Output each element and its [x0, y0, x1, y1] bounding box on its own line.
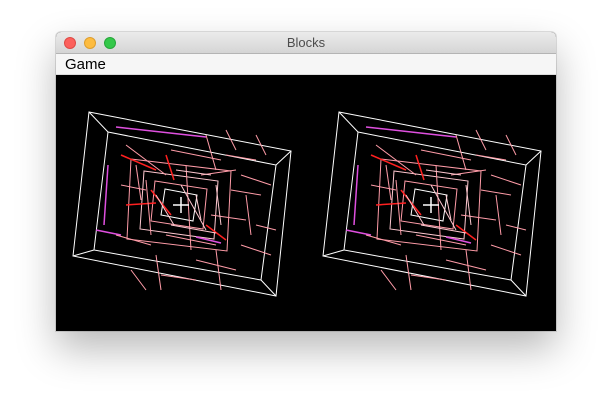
block-bar: [480, 189, 512, 196]
block-bar: [420, 224, 467, 234]
block-red: [375, 202, 407, 206]
menu-bar: Game: [56, 54, 556, 75]
block-bar: [495, 194, 502, 236]
block-bar: [490, 244, 522, 256]
block-red: [165, 154, 175, 181]
block-bar: [410, 274, 447, 281]
block-bar: [225, 154, 257, 161]
block-bar: [175, 169, 212, 176]
block-bar: [430, 184, 457, 231]
inner-frame: [343, 131, 527, 281]
ledge-magenta: [345, 229, 372, 236]
frame-edge: [275, 150, 292, 166]
block-bar: [370, 184, 397, 191]
block-red: [125, 202, 157, 206]
ledge-magenta: [95, 229, 122, 236]
frame-edge: [72, 249, 95, 257]
block-bar: [130, 269, 147, 291]
block-bar: [135, 164, 142, 201]
ledge-magenta: [103, 164, 109, 226]
right-eye-view: [322, 111, 542, 297]
block-bar: [365, 234, 402, 246]
block-bar: [395, 179, 402, 236]
menu-game[interactable]: Game: [65, 56, 106, 73]
block-bar: [155, 194, 175, 226]
block-bar: [195, 259, 237, 271]
block-bar: [240, 244, 272, 256]
block-bar: [475, 154, 507, 161]
inner-frame: [93, 131, 277, 281]
block-bar: [380, 269, 397, 291]
block-bar: [420, 149, 472, 161]
block-bar: [405, 194, 425, 226]
stereo-scene[interactable]: [56, 75, 556, 331]
left-eye-view: [72, 111, 292, 297]
block-bar: [385, 164, 392, 201]
block-bar: [145, 179, 152, 236]
block-bar: [160, 274, 197, 281]
block-red: [370, 154, 407, 171]
block-bar: [170, 149, 222, 161]
block-bar: [170, 224, 217, 234]
block-bar: [240, 174, 272, 186]
frame-edge: [322, 249, 345, 257]
title-bar[interactable]: Blocks: [56, 32, 556, 54]
app-window: Blocks Game: [56, 32, 556, 331]
block-bar: [230, 189, 262, 196]
ledge-magenta: [353, 164, 359, 226]
block-bar: [180, 184, 207, 231]
block-bar: [490, 174, 522, 186]
block-bar: [445, 259, 487, 271]
block-bar: [505, 224, 527, 231]
block-red: [415, 154, 425, 181]
frame-edge: [525, 150, 542, 166]
block-red: [120, 154, 157, 171]
block-bar: [245, 194, 252, 236]
window-title: Blocks: [286, 35, 326, 50]
block-bar: [115, 234, 152, 246]
block-bar: [425, 169, 462, 176]
block-bar: [120, 184, 147, 191]
game-canvas[interactable]: [56, 75, 556, 331]
block-bar: [255, 224, 277, 231]
